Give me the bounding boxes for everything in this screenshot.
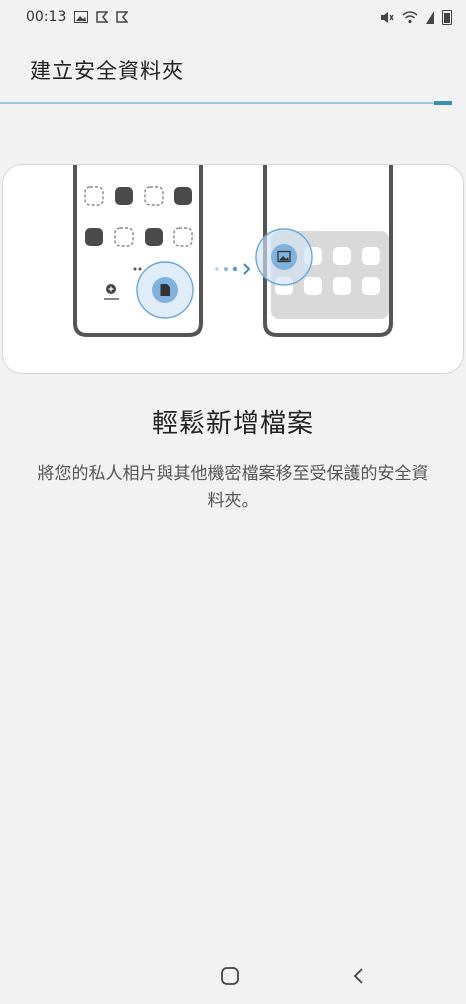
- signal-icon: [426, 10, 434, 24]
- phone-illustration-left: [73, 165, 203, 337]
- battery-icon: [442, 9, 452, 25]
- setup-progress-bar: [0, 101, 466, 105]
- page-title: 建立安全資料夾: [30, 59, 184, 83]
- illustration-card: [2, 164, 464, 374]
- flag-icon: [116, 10, 129, 23]
- add-files-illustration: [73, 165, 393, 337]
- gallery-icon: [74, 11, 89, 23]
- setup-progress-fill: [0, 102, 452, 104]
- transfer-arrow: [215, 263, 251, 275]
- home-icon: [221, 967, 239, 985]
- phone-illustration-right: [255, 165, 393, 337]
- home-button[interactable]: [215, 961, 245, 991]
- description: 將您的私人相片與其他機密檔案移至受保護的安全資料夾。: [37, 464, 429, 511]
- headline: 輕鬆新增檔案: [151, 409, 314, 439]
- status-time: 00:13: [26, 9, 67, 25]
- back-icon: [353, 968, 363, 984]
- back-button[interactable]: [344, 961, 374, 991]
- status-right: [380, 9, 452, 25]
- flag-icon: [96, 10, 109, 23]
- wifi-icon: [402, 10, 418, 23]
- status-bar: 00:13: [0, 0, 466, 34]
- mute-icon: [381, 11, 394, 23]
- setup-progress-indicator: [434, 101, 452, 105]
- status-left: 00:13: [26, 9, 129, 25]
- navigation-bar: [0, 945, 466, 1001]
